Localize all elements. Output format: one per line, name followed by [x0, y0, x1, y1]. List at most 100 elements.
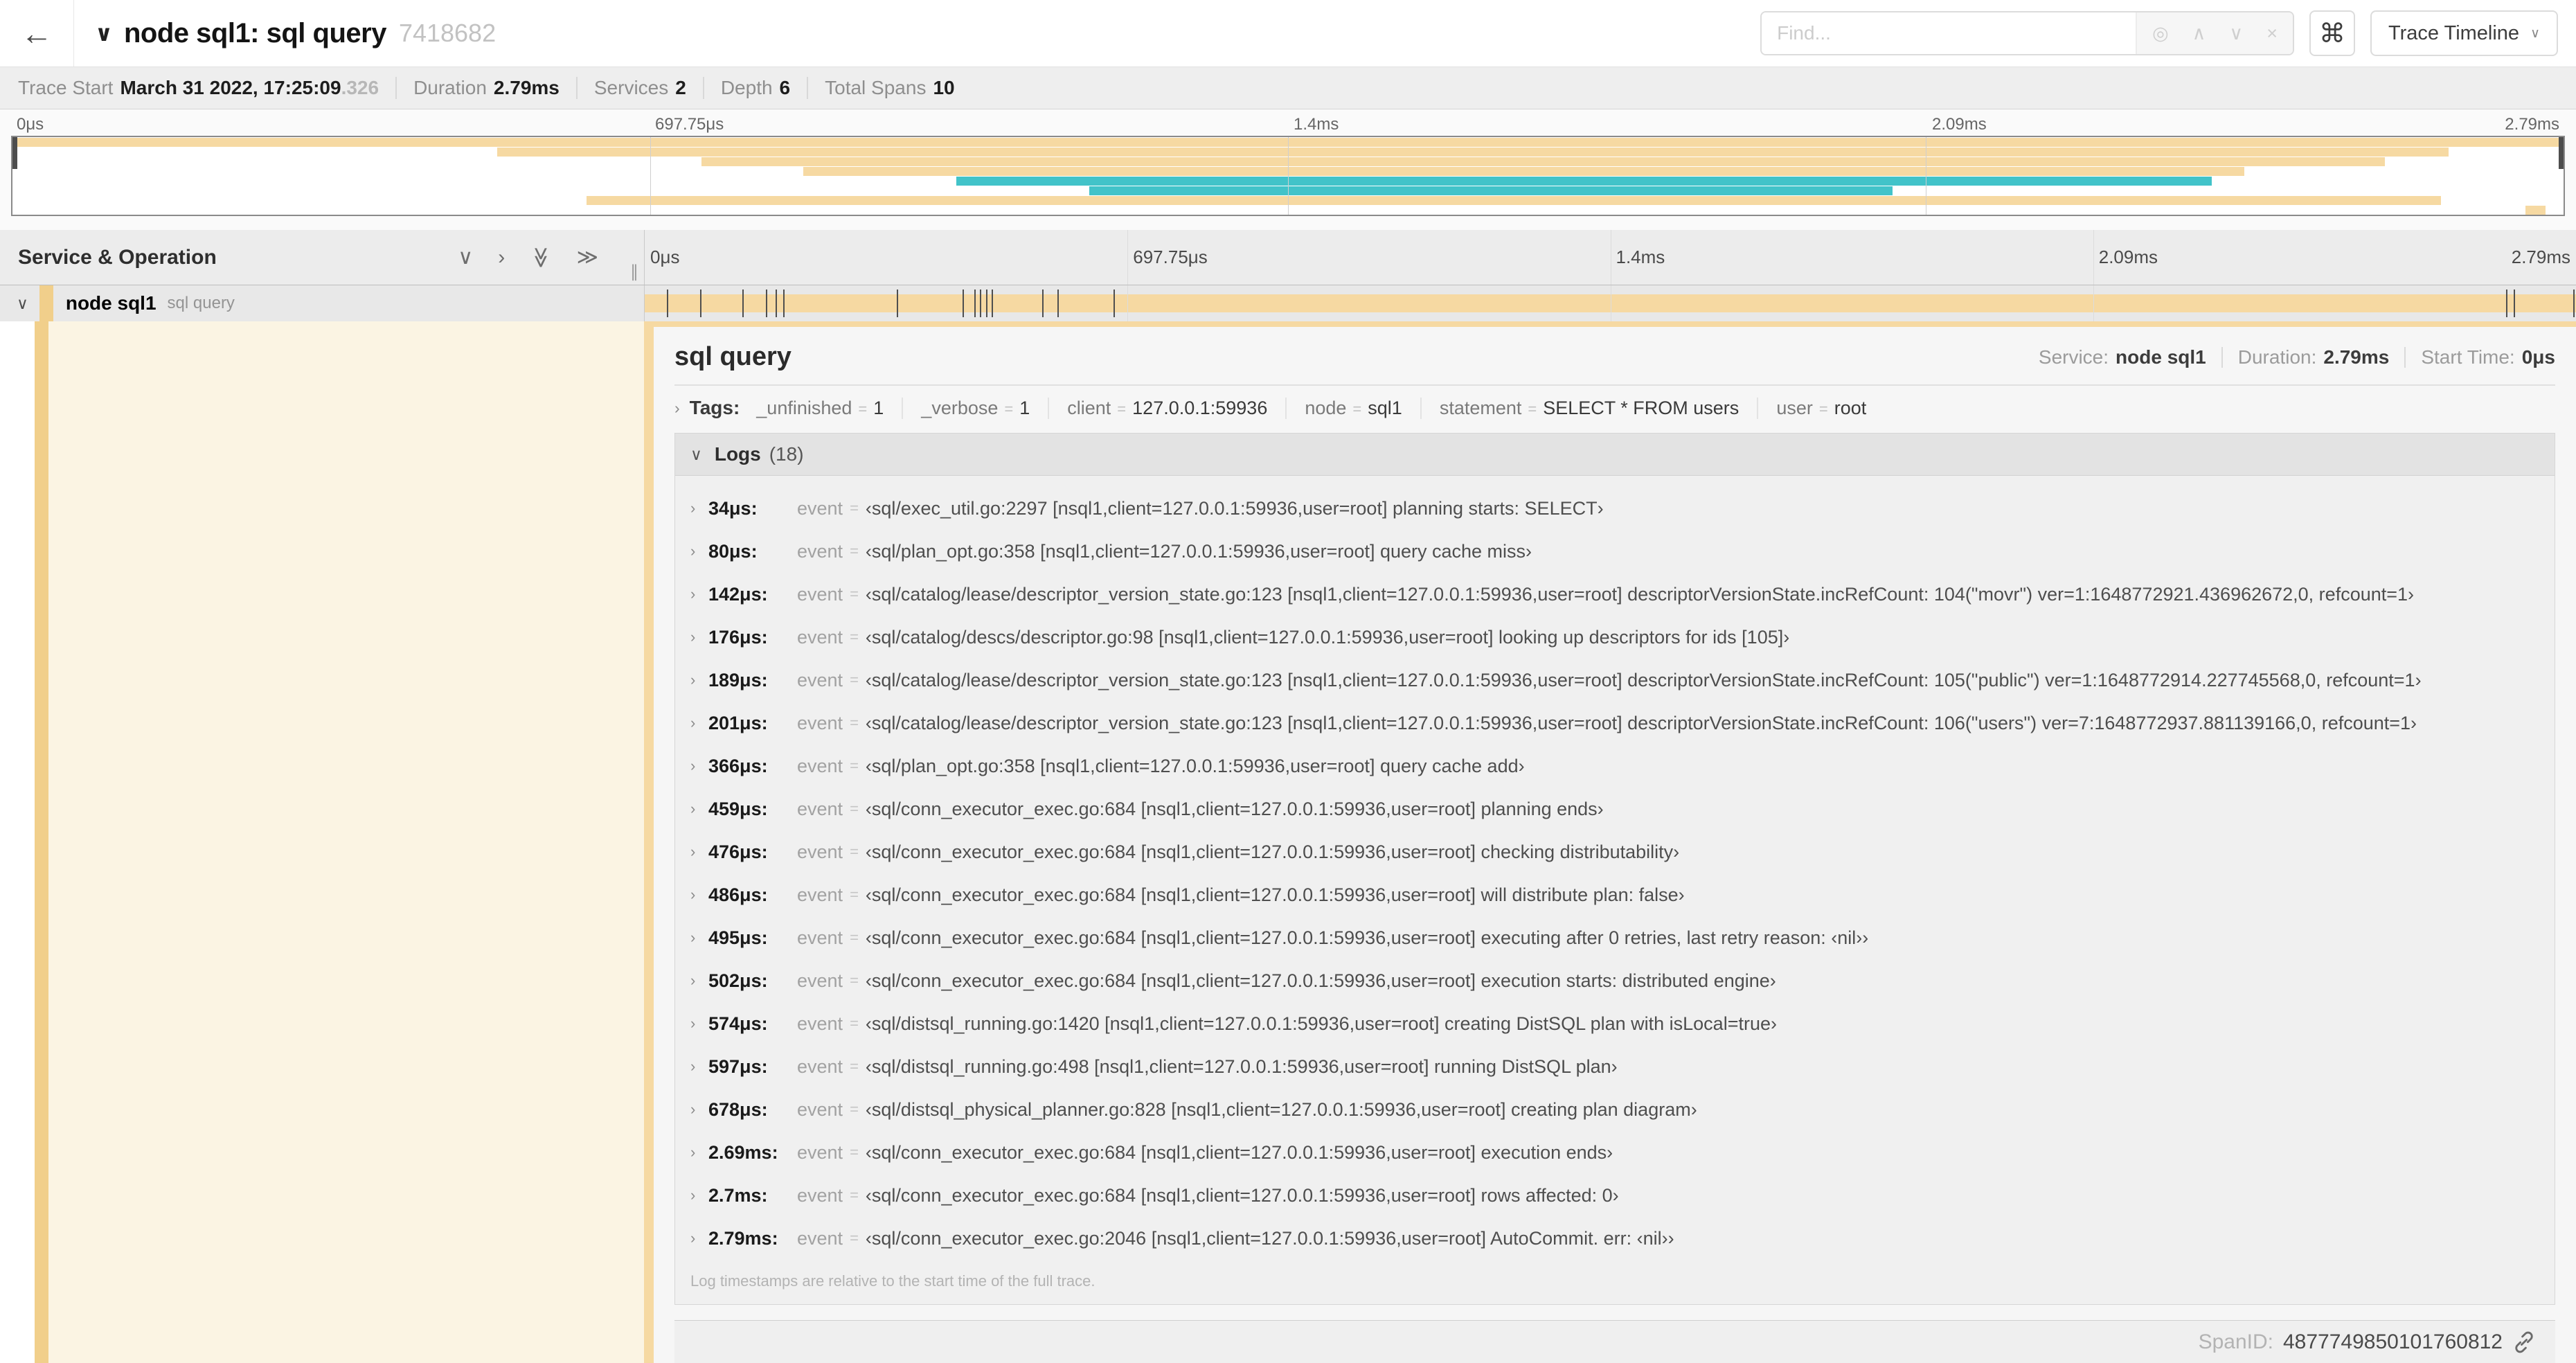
span-row-node-sql1[interactable]: ∨ node sql1 sql query	[0, 285, 2576, 321]
tag-item[interactable]: statement = SELECT * FROM users	[1420, 397, 1757, 419]
logs-title: Logs	[714, 443, 761, 465]
log-tick-mark	[2505, 289, 2507, 317]
log-chevron-right-icon: ›	[690, 1101, 696, 1118]
equals-sign: =	[858, 400, 868, 418]
service-color-bar	[35, 321, 48, 1363]
log-entry[interactable]: › 502μs: event = ‹sql/conn_executor_exec…	[675, 959, 2555, 1002]
log-event-message: ‹sql/conn_executor_exec.go:2046 [nsql1,c…	[865, 1227, 1674, 1249]
ruler-tick-label: 1.4ms	[1616, 247, 1665, 267]
viewport-handle-right[interactable]	[2559, 137, 2564, 169]
link-icon[interactable]	[2512, 1330, 2536, 1354]
service-label: Service:	[2038, 346, 2109, 368]
log-entry[interactable]: › 476μs: event = ‹sql/conn_executor_exec…	[675, 830, 2555, 873]
log-field-key: event	[797, 927, 843, 948]
expand-all-icon[interactable]: ≫	[577, 247, 598, 268]
keyboard-shortcuts-button[interactable]: ⌘	[2309, 10, 2355, 56]
span-row-timeline-cell[interactable]	[644, 285, 2576, 321]
equals-sign: =	[850, 499, 859, 517]
log-event-message: ‹sql/exec_util.go:2297 [nsql1,client=127…	[865, 497, 1604, 519]
tag-key: statement	[1439, 397, 1522, 418]
log-entry[interactable]: › 201μs: event = ‹sql/catalog/lease/desc…	[675, 702, 2555, 745]
log-entry[interactable]: › 366μs: event = ‹sql/plan_opt.go:358 [n…	[675, 745, 2555, 787]
detail-row-highlight	[48, 321, 644, 1363]
trace-start-fraction: .326	[341, 77, 379, 98]
log-event-message: ‹sql/distsql_running.go:1420 [nsql1,clie…	[865, 1013, 1777, 1034]
tag-item[interactable]: _unfinished = 1	[744, 398, 902, 419]
clear-find-icon[interactable]: ×	[2266, 23, 2278, 44]
services-label: Services	[593, 77, 669, 98]
log-chevron-right-icon: ›	[690, 1058, 696, 1075]
equals-sign: =	[850, 843, 859, 860]
trace-start-datetime: March 31 2022, 17:25:09	[120, 77, 341, 98]
ruler-tick-label: 697.75μs	[655, 115, 724, 134]
tags-list: _unfinished = 1 _verbose = 1 client = 12…	[744, 397, 1884, 419]
log-field-key: event	[797, 884, 843, 905]
find-input[interactable]	[1762, 12, 2136, 54]
equals-sign: =	[850, 1015, 859, 1032]
log-chevron-right-icon: ›	[690, 800, 696, 817]
tag-value: SELECT * FROM users	[1543, 397, 1739, 418]
span-detail-panel: sql query Service: node sql1 Duration: 2…	[644, 321, 2576, 1363]
log-entry[interactable]: › 2.7ms: event = ‹sql/conn_executor_exec…	[675, 1174, 2555, 1217]
find-group: ◎ ∧ ∨ ×	[1760, 11, 2294, 55]
log-entry[interactable]: › 189μs: event = ‹sql/catalog/lease/desc…	[675, 659, 2555, 702]
trace-start-label: Trace Start	[18, 77, 114, 98]
minimap-canvas[interactable]	[11, 136, 2565, 216]
tag-item[interactable]: client = 127.0.0.1:59936	[1048, 397, 1285, 419]
trace-view-selector[interactable]: Trace Timeline ∨	[2370, 10, 2558, 56]
log-entry[interactable]: › 459μs: event = ‹sql/conn_executor_exec…	[675, 787, 2555, 830]
tag-item[interactable]: node = sql1	[1285, 397, 1420, 419]
tags-row[interactable]: › Tags: _unfinished = 1 _verbose = 1 cli…	[674, 397, 2555, 419]
tags-chevron-right-icon: ›	[674, 398, 680, 417]
ruler-tick-label: 697.75μs	[1133, 247, 1208, 267]
column-resize-handle[interactable]: ∥	[630, 262, 638, 282]
tag-key: _unfinished	[756, 397, 852, 418]
log-field-key: event	[797, 497, 843, 519]
minimap-span-bar	[2525, 206, 2546, 215]
log-entry[interactable]: › 142μs: event = ‹sql/catalog/lease/desc…	[675, 573, 2555, 616]
logs-header[interactable]: ∨ Logs (18)	[675, 434, 2555, 476]
expand-one-icon[interactable]: ›	[498, 247, 505, 268]
services-value: 2	[675, 77, 686, 98]
log-chevron-right-icon: ›	[690, 628, 696, 645]
span-collapse-chevron-icon[interactable]: ∨	[17, 294, 28, 313]
tag-item[interactable]: _verbose = 1	[902, 397, 1048, 419]
tag-item[interactable]: user = root	[1757, 397, 1884, 419]
log-entry[interactable]: › 176μs: event = ‹sql/catalog/descs/desc…	[675, 616, 2555, 659]
trace-minimap-section: 0μs 697.75μs 1.4ms 2.09ms 2.79ms	[0, 109, 2576, 230]
trace-start-value: March 31 2022, 17:25:09.326	[120, 77, 379, 99]
log-tick-mark	[897, 289, 899, 317]
log-tick-mark	[765, 289, 767, 317]
log-event-message: ‹sql/conn_executor_exec.go:684 [nsql1,cl…	[865, 1141, 1613, 1163]
span-row-name-cell[interactable]: ∨ node sql1 sql query	[0, 285, 644, 321]
next-match-icon[interactable]: ∨	[2229, 23, 2243, 44]
detail-operation-title: sql query	[674, 342, 791, 371]
log-entry[interactable]: › 495μs: event = ‹sql/conn_executor_exec…	[675, 916, 2555, 959]
log-entry[interactable]: › 2.79ms: event = ‹sql/conn_executor_exe…	[675, 1217, 2555, 1260]
viewport-handle-left[interactable]	[12, 137, 17, 169]
previous-match-icon[interactable]: ∧	[2192, 23, 2206, 44]
log-timestamp: 201μs:	[708, 712, 768, 733]
span-id-bar: SpanID: 4877749850101760812	[674, 1320, 2555, 1363]
log-entry[interactable]: › 2.69ms: event = ‹sql/conn_executor_exe…	[675, 1131, 2555, 1174]
back-button[interactable]: ←	[0, 0, 74, 66]
collapse-one-icon[interactable]: ∨	[458, 247, 473, 268]
log-chevron-right-icon: ›	[690, 757, 696, 774]
separator	[395, 77, 397, 99]
log-entry[interactable]: › 34μs: event = ‹sql/exec_util.go:2297 […	[675, 487, 2555, 530]
equals-sign: =	[850, 972, 859, 989]
log-entry[interactable]: › 597μs: event = ‹sql/distsql_running.go…	[675, 1045, 2555, 1088]
log-event-message: ‹sql/conn_executor_exec.go:684 [nsql1,cl…	[865, 927, 1869, 948]
minimap-span-bar	[803, 167, 2245, 176]
log-entry[interactable]: › 486μs: event = ‹sql/conn_executor_exec…	[675, 873, 2555, 916]
log-entry[interactable]: › 574μs: event = ‹sql/distsql_running.go…	[675, 1002, 2555, 1045]
title-chevron-down-icon[interactable]: ∨	[95, 20, 113, 46]
locate-match-icon[interactable]: ◎	[2152, 23, 2169, 44]
equals-sign: =	[1004, 400, 1014, 418]
collapse-all-icon[interactable]: ≫	[530, 247, 553, 268]
log-entry[interactable]: › 80μs: event = ‹sql/plan_opt.go:358 [ns…	[675, 530, 2555, 573]
log-field-key: event	[797, 1013, 843, 1034]
log-entry[interactable]: › 678μs: event = ‹sql/distsql_physical_p…	[675, 1088, 2555, 1131]
log-timestamp: 2.69ms:	[708, 1141, 778, 1163]
log-field-key: event	[797, 1055, 843, 1077]
